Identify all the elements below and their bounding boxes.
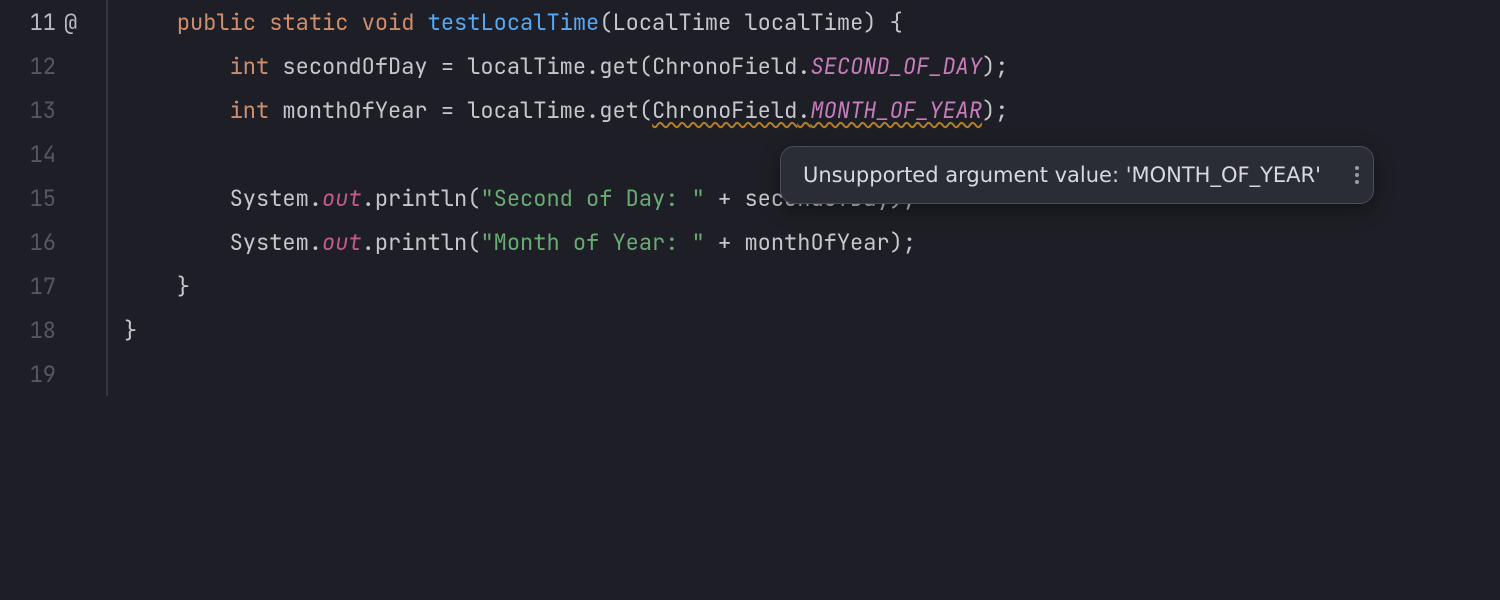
- line-number: 16: [0, 228, 62, 257]
- field-ref: out: [322, 184, 362, 213]
- line-number: 17: [0, 272, 62, 301]
- code-line[interactable]: 13 int monthOfYear = localTime.get(Chron…: [0, 88, 1500, 132]
- class-ref: ChronoField: [652, 96, 797, 125]
- keyword-int: int: [230, 96, 270, 125]
- operator: =: [428, 52, 468, 81]
- operator: +: [705, 228, 745, 257]
- code-text[interactable]: System.out.println("Month of Year: " + m…: [108, 228, 916, 257]
- paren: );: [982, 52, 1008, 81]
- more-actions-icon[interactable]: [1355, 166, 1359, 184]
- operator: =: [428, 96, 468, 125]
- indent: [124, 52, 230, 81]
- paren: (: [467, 228, 480, 257]
- warning-underline[interactable]: ChronoField.MONTH_OF_YEAR: [652, 96, 982, 125]
- brace: {: [876, 8, 902, 37]
- dot: .: [362, 184, 375, 213]
- paren: (: [599, 8, 612, 37]
- code-text[interactable]: int secondOfDay = localTime.get(ChronoFi…: [108, 52, 1008, 81]
- constant: SECOND_OF_DAY: [810, 52, 982, 81]
- indent: [124, 184, 230, 213]
- dot: .: [586, 52, 599, 81]
- identifier: localTime: [467, 96, 586, 125]
- gutter-annotation-icon[interactable]: @: [62, 8, 106, 37]
- code-line[interactable]: 16 System.out.println("Month of Year: " …: [0, 220, 1500, 264]
- indent: [124, 96, 230, 125]
- dot: .: [586, 96, 599, 125]
- indent: [124, 8, 177, 37]
- indent: [124, 272, 177, 301]
- code-text[interactable]: }: [108, 316, 137, 345]
- string-literal: "Month of Year: ": [480, 228, 704, 257]
- line-number: 13: [0, 96, 62, 125]
- gutter-divider: [106, 352, 108, 396]
- paren: (: [639, 52, 652, 81]
- keyword-static: static: [269, 8, 348, 37]
- dot: .: [797, 52, 810, 81]
- string-literal: "Second of Day: ": [480, 184, 704, 213]
- line-number: 18: [0, 316, 62, 345]
- method-call: get: [599, 96, 639, 125]
- code-line[interactable]: 19: [0, 352, 1500, 396]
- code-line[interactable]: 12 int secondOfDay = localTime.get(Chron…: [0, 44, 1500, 88]
- param-name: localTime: [744, 8, 863, 37]
- method-name: testLocalTime: [428, 8, 600, 37]
- line-number: 12: [0, 52, 62, 81]
- param-type: LocalTime: [612, 8, 731, 37]
- paren: (: [639, 96, 652, 125]
- brace: }: [124, 316, 137, 345]
- line-number: 11: [0, 8, 62, 37]
- inspection-tooltip[interactable]: Unsupported argument value: 'MONTH_OF_YE…: [780, 146, 1374, 204]
- brace: }: [177, 272, 190, 301]
- code-text[interactable]: }: [108, 272, 190, 301]
- tooltip-message: Unsupported argument value: 'MONTH_OF_YE…: [803, 163, 1321, 187]
- class-ref: System: [230, 184, 309, 213]
- keyword-public: public: [177, 8, 256, 37]
- paren: (: [467, 184, 480, 213]
- paren: );: [890, 228, 916, 257]
- method-call: println: [375, 228, 467, 257]
- paren: ): [863, 8, 876, 37]
- operator: +: [705, 184, 745, 213]
- variable: monthOfYear: [744, 228, 889, 257]
- indent: [124, 228, 230, 257]
- class-ref: System: [230, 228, 309, 257]
- dot: .: [309, 184, 322, 213]
- code-line[interactable]: 11 @ public static void testLocalTime(Lo…: [0, 0, 1500, 44]
- keyword-void: void: [362, 8, 415, 37]
- line-number: 15: [0, 184, 62, 213]
- line-number: 19: [0, 360, 62, 389]
- dot: .: [309, 228, 322, 257]
- code-text[interactable]: public static void testLocalTime(LocalTi…: [108, 8, 903, 37]
- code-text[interactable]: [108, 140, 124, 169]
- dot: .: [362, 228, 375, 257]
- code-text[interactable]: int monthOfYear = localTime.get(ChronoFi…: [108, 96, 1008, 125]
- code-line[interactable]: 18 }: [0, 308, 1500, 352]
- variable: secondOfDay: [282, 52, 427, 81]
- line-number: 14: [0, 140, 62, 169]
- keyword-int: int: [230, 52, 270, 81]
- code-editor[interactable]: 11 @ public static void testLocalTime(Lo…: [0, 0, 1500, 600]
- constant: MONTH_OF_YEAR: [810, 96, 982, 125]
- paren: );: [982, 96, 1008, 125]
- code-line[interactable]: 17 }: [0, 264, 1500, 308]
- class-ref: ChronoField: [652, 52, 797, 81]
- dot: .: [797, 96, 810, 125]
- method-call: get: [599, 52, 639, 81]
- identifier: localTime: [467, 52, 586, 81]
- method-call: println: [375, 184, 467, 213]
- variable: monthOfYear: [282, 96, 427, 125]
- field-ref: out: [322, 228, 362, 257]
